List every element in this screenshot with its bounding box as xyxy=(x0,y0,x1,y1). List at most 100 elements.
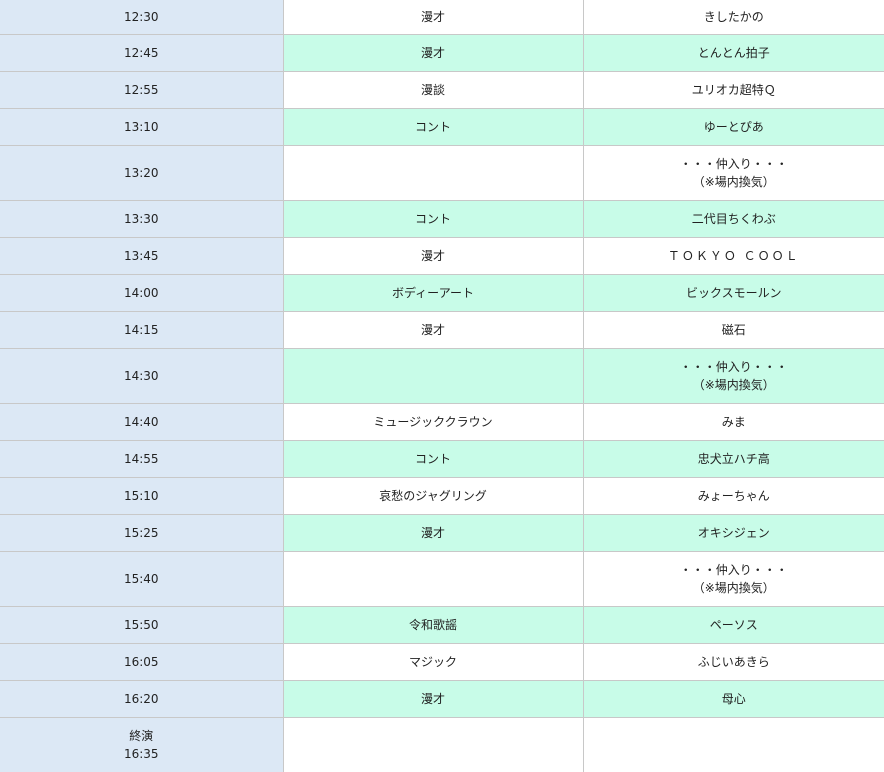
time-cell: 14:30 xyxy=(0,348,284,404)
time-cell: 14:00 xyxy=(0,274,284,312)
genre-cell-empty xyxy=(282,717,584,772)
performer-cell: ・・・仲入り・・・ （※場内換気） xyxy=(582,145,884,201)
schedule-row: 15:10 哀愁のジャグリング みょーちゃん xyxy=(0,477,884,515)
genre-cell: コント xyxy=(282,108,584,146)
performer-name: オキシジェン xyxy=(697,526,770,540)
intermission-row: 13:20 ・・・仲入り・・・ （※場内換気） xyxy=(0,145,884,201)
time-cell: 16:05 xyxy=(0,643,284,681)
performer-cell: ふじいあきら xyxy=(582,643,884,681)
schedule-row: 12:30 漫才 きしたかの xyxy=(0,0,884,35)
time-cell: 14:55 xyxy=(0,440,284,478)
schedule-row: 12:55 漫談 ユリオカ超特Ｑ xyxy=(0,71,884,109)
performer-cell: 忠犬立ハチ高 xyxy=(582,440,884,478)
schedule-row: 13:45 漫才 ＴＯＫＹＯ ＣＯＯＬ xyxy=(0,237,884,275)
intermission-row: 14:30 ・・・仲入り・・・ （※場内換気） xyxy=(0,348,884,404)
genre-cell: 漫談 xyxy=(282,71,584,109)
time-cell: 15:25 xyxy=(0,514,284,552)
performer-name: みま xyxy=(721,415,746,429)
performer-cell: ・・・仲入り・・・ （※場内換気） xyxy=(582,348,884,404)
performer-name: ペーソス xyxy=(709,618,758,632)
intermission-row: 15:40 ・・・仲入り・・・ （※場内換気） xyxy=(0,551,884,607)
finale-row: 終演 16:35 xyxy=(0,717,884,772)
performer-cell: ・・・仲入り・・・ （※場内換気） xyxy=(582,551,884,607)
schedule-row: 15:50 令和歌謡 ペーソス xyxy=(0,606,884,644)
performer-cell: オキシジェン xyxy=(582,514,884,552)
performer-cell: みま xyxy=(582,403,884,441)
schedule-table: 12:30 漫才 きしたかの 12:45 漫才 とんとん拍子 12:55 漫談 … xyxy=(0,0,884,772)
performer-cell: ビックスモールン xyxy=(582,274,884,312)
time-cell: 12:30 xyxy=(0,0,284,35)
performer-cell: みょーちゃん xyxy=(582,477,884,515)
performer-name: とんとん拍子 xyxy=(697,46,770,60)
ventilation-note: （※場内換気） xyxy=(692,175,775,189)
schedule-row: 14:55 コント 忠犬立ハチ高 xyxy=(0,440,884,478)
performer-name: ＴＯＫＹＯ ＣＯＯＬ xyxy=(667,249,800,263)
performer-name: みょーちゃん xyxy=(697,489,770,503)
genre-cell: 漫才 xyxy=(282,237,584,275)
genre-cell xyxy=(282,551,584,607)
time-cell: 16:20 xyxy=(0,680,284,718)
intermission-label: ・・・仲入り・・・ xyxy=(679,157,788,171)
time-cell: 14:40 xyxy=(0,403,284,441)
performer-cell-empty xyxy=(582,717,884,772)
schedule-row: 16:05 マジック ふじいあきら xyxy=(0,643,884,681)
performer-cell: ペーソス xyxy=(582,606,884,644)
schedule-row: 14:40 ミュージッククラウン みま xyxy=(0,403,884,441)
performer-cell: ＴＯＫＹＯ ＣＯＯＬ xyxy=(582,237,884,275)
ventilation-note: （※場内換気） xyxy=(692,581,775,595)
genre-cell xyxy=(282,145,584,201)
time-cell: 13:45 xyxy=(0,237,284,275)
schedule-row: 13:30 コント 二代目ちくわぶ xyxy=(0,200,884,238)
genre-cell: 令和歌謡 xyxy=(282,606,584,644)
genre-cell: マジック xyxy=(282,643,584,681)
time-cell: 14:15 xyxy=(0,311,284,349)
performer-name: ユリオカ超特Ｑ xyxy=(691,83,776,97)
performer-cell: ユリオカ超特Ｑ xyxy=(582,71,884,109)
time-cell: 13:30 xyxy=(0,200,284,238)
performer-name: ビックスモールン xyxy=(686,286,782,300)
schedule-row: 14:00 ボディーアート ビックスモールン xyxy=(0,274,884,312)
genre-cell: 漫才 xyxy=(282,311,584,349)
genre-cell xyxy=(282,348,584,404)
time-cell: 13:20 xyxy=(0,145,284,201)
performer-cell: 磁石 xyxy=(582,311,884,349)
ventilation-note: （※場内換気） xyxy=(692,378,775,392)
genre-cell: コント xyxy=(282,200,584,238)
finale-time: 16:35 xyxy=(123,747,159,761)
genre-cell: 哀愁のジャグリング xyxy=(282,477,584,515)
schedule-row: 13:10 コント ゆーとぴあ xyxy=(0,108,884,146)
time-cell: 12:55 xyxy=(0,71,284,109)
genre-cell: ミュージッククラウン xyxy=(282,403,584,441)
schedule-body: 12:30 漫才 きしたかの 12:45 漫才 とんとん拍子 12:55 漫談 … xyxy=(0,0,884,772)
performer-name: 母心 xyxy=(721,692,746,706)
performer-cell: 母心 xyxy=(582,680,884,718)
time-cell: 15:40 xyxy=(0,551,284,607)
time-cell: 12:45 xyxy=(0,34,284,72)
performer-name: 二代目ちくわぶ xyxy=(691,212,776,226)
genre-cell: コント xyxy=(282,440,584,478)
finale-label: 終演 xyxy=(129,729,154,743)
genre-cell: 漫才 xyxy=(282,34,584,72)
intermission-label: ・・・仲入り・・・ xyxy=(679,360,788,374)
performer-cell: きしたかの xyxy=(582,0,884,35)
time-cell: 15:50 xyxy=(0,606,284,644)
performer-cell: 二代目ちくわぶ xyxy=(582,200,884,238)
performer-cell: とんとん拍子 xyxy=(582,34,884,72)
performer-name: 忠犬立ハチ高 xyxy=(697,452,770,466)
genre-cell: 漫才 xyxy=(282,680,584,718)
schedule-row: 15:25 漫才 オキシジェン xyxy=(0,514,884,552)
performer-cell: ゆーとぴあ xyxy=(582,108,884,146)
intermission-label: ・・・仲入り・・・ xyxy=(679,563,788,577)
genre-cell: ボディーアート xyxy=(282,274,584,312)
schedule-row: 16:20 漫才 母心 xyxy=(0,680,884,718)
genre-cell: 漫才 xyxy=(282,514,584,552)
performer-name: きしたかの xyxy=(703,10,764,24)
genre-cell: 漫才 xyxy=(282,0,584,35)
time-cell: 15:10 xyxy=(0,477,284,515)
performer-name: 磁石 xyxy=(721,323,746,337)
schedule-row: 12:45 漫才 とんとん拍子 xyxy=(0,34,884,72)
performer-name: ゆーとぴあ xyxy=(703,120,764,134)
finale-time-cell: 終演 16:35 xyxy=(0,717,284,772)
time-cell: 13:10 xyxy=(0,108,284,146)
schedule-row: 14:15 漫才 磁石 xyxy=(0,311,884,349)
